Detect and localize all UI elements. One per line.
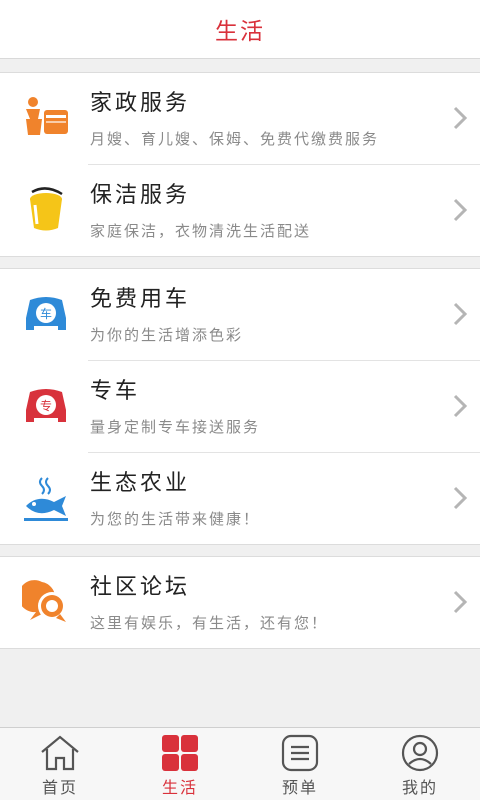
- tab-label: 预单: [281, 778, 318, 797]
- service-group-3: 社区论坛 这里有娱乐，有生活，还有您！: [0, 556, 480, 649]
- chevron-right-icon: [453, 590, 468, 614]
- list-item-cleaning[interactable]: 保洁服务 家庭保洁，衣物清洗生活配送: [30, 164, 480, 256]
- item-title: 专车: [90, 379, 141, 404]
- bottom-tab-bar: 首页 生活 预单 我的: [0, 727, 480, 800]
- header-bar: 生活: [0, 0, 480, 59]
- profile-icon: [401, 734, 439, 772]
- tab-label: 生活: [161, 778, 198, 797]
- list-item-private-car[interactable]: 专 专车 量身定制专车接送服务: [26, 360, 480, 452]
- item-subtitle: 为你的生活增添色彩: [90, 326, 244, 344]
- tab-profile[interactable]: 我的: [360, 728, 480, 800]
- cleaning-bucket-icon: [22, 186, 70, 234]
- list-item-community-forum[interactable]: 社区论坛 这里有娱乐，有生活，还有您！: [0, 557, 480, 648]
- housekeeping-icon: [22, 94, 70, 142]
- item-subtitle: 家庭保洁，衣物清洗生活配送: [90, 222, 312, 240]
- private-car-icon: 专: [22, 382, 70, 430]
- service-group-1: 家政服务 月嫂、育儿嫂、保姆、免费代缴费服务 保洁服务 家庭保洁，衣物清洗生活配…: [0, 72, 480, 257]
- chevron-right-icon: [453, 302, 468, 326]
- home-icon: [41, 735, 79, 771]
- car-badge-text: 专: [40, 398, 52, 413]
- item-subtitle: 这里有娱乐，有生活，还有您！: [90, 614, 329, 632]
- order-list-icon: [281, 734, 319, 772]
- chevron-right-icon: [453, 394, 468, 418]
- tab-label: 我的: [401, 778, 438, 797]
- chevron-right-icon: [453, 106, 468, 130]
- item-subtitle: 量身定制专车接送服务: [90, 418, 261, 436]
- tab-home[interactable]: 首页: [0, 728, 120, 800]
- page-title: 生活: [215, 19, 265, 45]
- tab-orders[interactable]: 预单: [240, 728, 360, 800]
- list-item-housekeeping[interactable]: 家政服务 月嫂、育儿嫂、保姆、免费代缴费服务: [0, 73, 480, 164]
- item-title: 保洁服务: [90, 183, 191, 208]
- chevron-right-icon: [453, 198, 468, 222]
- fish-icon: [22, 474, 70, 522]
- item-title: 生态农业: [90, 471, 191, 496]
- car-badge-text: 车: [40, 306, 52, 321]
- list-item-free-car[interactable]: 车 免费用车 为你的生活增添色彩: [0, 269, 480, 360]
- life-grid-icon: [162, 735, 198, 771]
- free-car-icon: 车: [22, 290, 70, 338]
- list-item-eco-agriculture[interactable]: 生态农业 为您的生活带来健康！: [24, 452, 480, 544]
- tab-life[interactable]: 生活: [120, 728, 240, 800]
- item-title: 免费用车: [90, 287, 191, 312]
- service-group-2: 车 免费用车 为你的生活增添色彩 专 专车 量身定制专车接送服务 生态农业 为您…: [0, 268, 480, 545]
- tab-label: 首页: [41, 778, 78, 797]
- item-title: 家政服务: [90, 91, 191, 116]
- forum-chat-icon: [22, 578, 70, 626]
- item-subtitle: 为您的生活带来健康！: [90, 510, 261, 528]
- item-subtitle: 月嫂、育儿嫂、保姆、免费代缴费服务: [90, 130, 380, 148]
- chevron-right-icon: [453, 486, 468, 510]
- item-title: 社区论坛: [90, 575, 191, 600]
